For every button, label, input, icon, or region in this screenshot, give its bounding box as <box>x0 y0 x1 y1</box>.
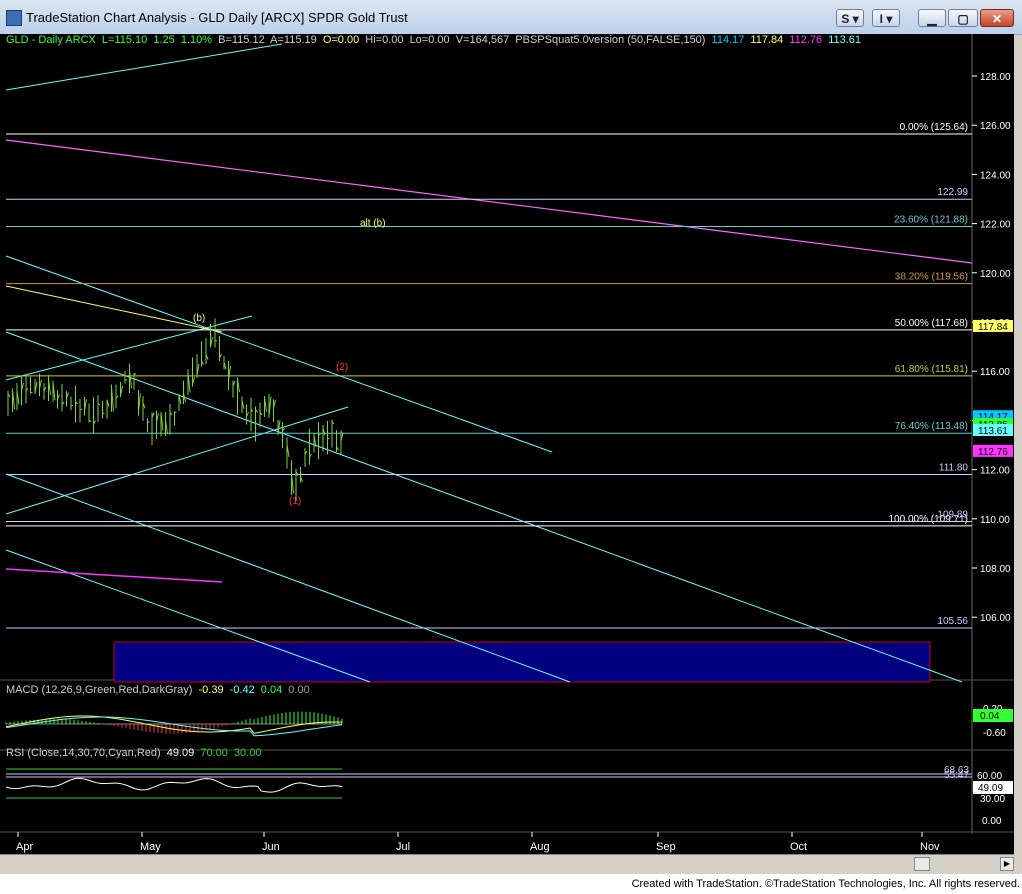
time-tick-label: Nov <box>920 841 940 853</box>
level-label: 38.20% (119.56) <box>895 272 968 283</box>
volume: V=164,567 <box>455 34 510 46</box>
target-zone <box>113 641 931 683</box>
level-label: 23.60% (121.88) <box>894 215 968 226</box>
trendlines <box>5 43 973 683</box>
indicator-value-2: 117.84 <box>750 34 784 46</box>
level-label: 111.80 <box>939 463 969 474</box>
price-tick-label: 108.00 <box>980 564 1011 575</box>
close-icon: ✕ <box>991 12 1003 26</box>
price-tick-label: 110.00 <box>980 515 1010 526</box>
ask-price: A=115.19 <box>270 34 317 46</box>
macd-flag-text: 0.04 <box>980 711 1000 722</box>
minimize-icon: ▁ <box>927 12 937 26</box>
rsi-value-3: 30.00 <box>233 747 262 759</box>
rsi-label: RSI (Close,14,30,70,Cyan,Red) <box>6 747 161 759</box>
maximize-icon: ▢ <box>957 12 969 26</box>
price-tick-label: 120.00 <box>980 269 1011 280</box>
indicator-link-label: I <box>879 12 883 26</box>
fib-levels: 0.00% (125.64) 122.99 23.60% (121.88) 38.20… <box>6 122 972 629</box>
price-flags: 117.84114.17113.85113.61112.76 <box>973 319 1013 458</box>
time-tick-label: May <box>140 841 161 853</box>
level-label: 0.00% (125.64) <box>900 122 968 133</box>
last-price: L=115.10 <box>101 34 148 46</box>
horizontal-scrollbar[interactable] <box>0 854 1014 873</box>
price-axis: 128.00126.00124.00122.00120.00118.00116.… <box>972 72 1011 624</box>
level-label: 61.80% (115.81) <box>895 364 968 375</box>
chart-header: GLD - Daily ARCX L=115.10 1.25 1.10% B=1… <box>6 34 864 46</box>
rsi-flag-text: 49.09 <box>978 783 1003 794</box>
title-bar: TradeStation Chart Analysis - GLD Daily … <box>0 0 1022 35</box>
rsi-value-1: 49.09 <box>166 747 195 759</box>
symbol-link-button[interactable]: S ▾ <box>836 9 864 27</box>
indicator-link-button[interactable]: I ▾ <box>872 9 900 27</box>
price-tick-label: 128.00 <box>980 72 1011 83</box>
symbol-label: GLD - Daily ARCX <box>6 34 96 46</box>
high-price: Hi=0.00 <box>365 34 404 46</box>
pct-change: 1.10% <box>180 34 213 46</box>
price-tick-label: 112.00 <box>980 466 1010 477</box>
chart-area[interactable]: 0.00% (125.64) 122.99 23.60% (121.88) 38.20… <box>0 34 1014 854</box>
rsi-tick-60: 60.00 <box>977 771 1002 782</box>
price-tick-label: 116.00 <box>980 367 1010 378</box>
app-icon <box>6 10 22 26</box>
time-tick-label: Aug <box>530 841 550 853</box>
copyright-text: Created with TradeStation. ©TradeStation… <box>631 878 1020 890</box>
scroll-right-button[interactable]: ▶ <box>1000 857 1014 871</box>
low-price: Lo=0.00 <box>409 34 450 46</box>
price-tick-label: 106.00 <box>980 613 1011 624</box>
macd-value-3: 0.04 <box>260 684 283 696</box>
price-bar-tick <box>30 391 33 394</box>
rsi-tick-0: 0.00 <box>982 816 1002 827</box>
level-label: 109.89 <box>937 510 968 521</box>
macd-header: MACD (12,26,9,Green,Red,DarkGray) -0.39 … <box>6 684 313 696</box>
close-button[interactable]: ✕ <box>980 9 1014 27</box>
level-label: 105.56 <box>937 616 968 627</box>
level-label: 50.00% (117.68) <box>895 318 968 329</box>
time-tick-label: Sep <box>656 841 676 853</box>
price-flag-text: 117.84 <box>978 322 1008 333</box>
time-tick-label: Oct <box>790 841 807 853</box>
indicator-value-3: 112.76 <box>789 34 823 46</box>
arrow-right-icon: ▶ <box>1003 859 1011 868</box>
indicator-name: PBSPSquat5.0version (50,FALSE,150) <box>515 34 706 46</box>
net-change: 1.25 <box>153 34 175 46</box>
footer: Created with TradeStation. ©TradeStation… <box>0 874 1022 894</box>
time-axis: Apr May Jun Jul Aug Sep Oct Nov <box>16 832 940 853</box>
scroll-thumb[interactable] <box>914 857 930 871</box>
symbol-link-label: S <box>841 12 850 26</box>
rsi-value-2: 70.00 <box>200 747 228 759</box>
open-price: O=0.00 <box>322 34 360 46</box>
macd-pane: 0.20 -0.60 0.04 <box>5 704 1013 739</box>
price-flag-text: 112.76 <box>978 447 1008 458</box>
annotation-1: (1) <box>289 496 301 507</box>
level-label: 76.40% (113.48) <box>895 421 968 432</box>
level-label: 122.99 <box>937 187 968 198</box>
macd-label: MACD (12,26,9,Green,Red,DarkGray) <box>6 684 193 696</box>
time-tick-label: Apr <box>16 841 33 853</box>
indicator-value-1: 114.17 <box>711 34 745 46</box>
annotation-alt-b: alt (b) <box>360 218 386 229</box>
price-tick-label: 124.00 <box>980 170 1011 181</box>
window-title: TradeStation Chart Analysis - GLD Daily … <box>26 10 408 25</box>
annotation-2: (2) <box>336 362 348 373</box>
macd-value-2: -0.42 <box>229 684 255 696</box>
macd-tick-low: -0.60 <box>983 728 1006 739</box>
price-tick-label: 126.00 <box>980 121 1011 132</box>
time-tick-label: Jul <box>396 841 410 853</box>
price-chart[interactable]: 0.00% (125.64) 122.99 23.60% (121.88) 38.20… <box>0 34 1014 854</box>
annotation-b: (b) <box>193 313 205 324</box>
price-tick-label: 122.00 <box>980 220 1011 231</box>
indicator-value-4: 113.61 <box>828 34 862 46</box>
rsi-header: RSI (Close,14,30,70,Cyan,Red) 49.09 70.0… <box>6 747 264 759</box>
bid-price: B=115.12 <box>218 34 265 46</box>
rsi-tick-30: 30.00 <box>980 794 1005 805</box>
macd-value-1: -0.39 <box>198 684 224 696</box>
macd-value-4: 0.00 <box>288 684 310 696</box>
time-tick-label: Jun <box>262 841 280 853</box>
price-flag-text: 113.61 <box>978 426 1008 437</box>
minimize-button[interactable]: ▁ <box>918 9 946 27</box>
rsi-level-2: 55.47 <box>944 770 969 781</box>
rsi-pane: 68.63 55.47 60.00 30.00 0.00 49.09 <box>5 765 1013 827</box>
maximize-button[interactable]: ▢ <box>948 9 978 27</box>
